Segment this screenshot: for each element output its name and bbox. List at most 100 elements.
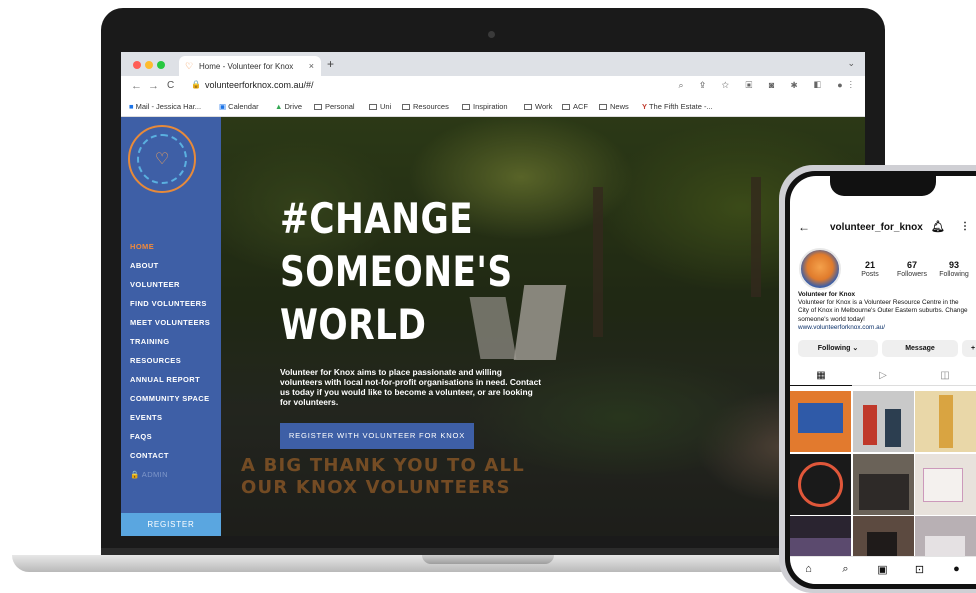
bookmark-resources[interactable]: Resources [402,102,449,111]
minimize-window-dot[interactable] [145,61,153,69]
search-icon[interactable]: ⌕ [827,563,864,576]
nav-contact[interactable]: CONTACT [130,446,210,465]
message-button[interactable]: Message [882,340,958,357]
toolbar-extension-icons[interactable]: ⌕ ⇪ ☆ ▣ ◙ ✱ ◧ ●⋮ [679,80,860,91]
bell-icon[interactable]: 🔔︎ [931,220,945,233]
reels-tab-icon[interactable]: ▷ [852,370,914,381]
folder-icon [462,104,470,110]
nav-find-volunteers[interactable]: FIND VOLUNTEERS [130,294,210,313]
profile-username: volunteer_for_knox [830,222,923,233]
post-thumbnail[interactable] [852,391,914,452]
laptop-notch [422,555,554,564]
profile-tabs: ▦ ▷ ◫ [790,368,976,386]
phone-screen: ← volunteer_for_knox 🔔︎ ⋮ 21 Posts 67 Fo… [790,176,976,584]
nav-volunteer[interactable]: VOLUNTEER [130,275,210,294]
address-bar[interactable]: 🔒 volunteerforknox.com.au/#/ [191,80,731,94]
nav-events[interactable]: EVENTS [130,408,210,427]
bookmark-mail[interactable]: ■ Mail - Jessica Har... [129,102,201,111]
calendar-icon: ▣ [219,102,229,111]
bio-link[interactable]: www.volunteerforknox.com.au/ [798,324,970,332]
phone-notch [830,176,936,196]
close-window-dot[interactable] [133,61,141,69]
nav-faqs[interactable]: FAQS [130,427,210,446]
tab-title: Home - Volunteer for Knox [199,62,294,71]
more-options-icon[interactable]: ⋮ [960,221,970,232]
bookmark-work[interactable]: Work [524,102,552,111]
thank-you-banner: A BIG THANK YOU TO ALL OUR KNOX VOLUNTEE… [241,455,525,498]
reels-icon[interactable]: ▣ [864,563,901,576]
posts-count[interactable]: 21 Posts [848,260,892,278]
hero-title: #CHANGE SOMEONE'S WORLD [280,194,513,349]
following-button[interactable]: Following ⌄ [798,340,878,357]
laptop-screen: ♡ Home - Volunteer for Knox × + ⌄ ← → C … [121,52,865,536]
nav-resources[interactable]: RESOURCES [130,351,210,370]
post-thumbnail[interactable] [852,453,914,515]
drive-icon: ▲ [275,102,285,111]
tab-search-chevron-icon[interactable]: ⌄ [847,58,855,69]
folder-icon [369,104,377,110]
register-with-volunteer-button[interactable]: REGISTER WITH VOLUNTEER FOR KNOX [280,423,474,449]
tagged-tab-icon[interactable]: ◫ [914,370,976,381]
forward-arrow-icon[interactable]: → [148,80,159,92]
volunteer-for-knox-logo[interactable]: ♡ [128,125,196,193]
browser-tab-bar: ♡ Home - Volunteer for Knox × + ⌄ [121,52,865,76]
website: ♡ HOME ABOUT VOLUNTEER FIND VOLUNTEERS M… [121,117,865,536]
browser-toolbar: ← → C 🔒 volunteerforknox.com.au/#/ ⌕ ⇪ ☆… [121,76,865,97]
new-tab-button[interactable]: + [327,57,334,71]
folder-icon [599,104,607,110]
browser-tab-home[interactable]: ♡ Home - Volunteer for Knox × [179,56,321,76]
post-thumbnail[interactable] [915,391,976,452]
post-thumbnail[interactable] [790,391,851,452]
following-count[interactable]: 93 Following [932,260,976,278]
profile-bio: Volunteer for Knox Volunteer for Knox is… [798,291,970,332]
add-person-button[interactable]: + [962,340,976,357]
site-sidebar: ♡ HOME ABOUT VOLUNTEER FIND VOLUNTEERS M… [121,117,221,536]
folder-icon [402,104,410,110]
profile-avatar-icon[interactable]: ● [938,563,975,575]
reload-icon[interactable]: C [167,80,174,91]
folder-icon [314,104,322,110]
sidebar-register-button[interactable]: REGISTER [121,513,221,536]
nav-training[interactable]: TRAINING [130,332,210,351]
mail-icon: ■ [129,102,136,111]
nav-annual-report[interactable]: ANNUAL REPORT [130,370,210,389]
followers-count[interactable]: 67 Followers [890,260,934,278]
bookmark-news[interactable]: News [599,102,629,111]
fifth-estate-icon: Y [642,102,649,111]
bio-name: Volunteer for Knox [798,291,856,298]
nav-community-space[interactable]: COMMUNITY SPACE [130,389,210,408]
mockup-stage: ♡ Home - Volunteer for Knox × + ⌄ ← → C … [0,0,976,593]
folder-icon [524,104,532,110]
shop-icon[interactable]: ⊡ [901,563,938,576]
site-nav: HOME ABOUT VOLUNTEER FIND VOLUNTEERS MEE… [130,237,210,484]
nav-about[interactable]: ABOUT [130,256,210,275]
nav-meet-volunteers[interactable]: MEET VOLUNTEERS [130,313,210,332]
bookmark-inspiration[interactable]: Inspiration [462,102,508,111]
bookmark-acf[interactable]: ACF [562,102,588,111]
back-arrow-icon[interactable]: ← [798,220,810,234]
bookmark-fifth-estate[interactable]: Y The Fifth Estate -... [642,102,713,111]
nav-admin[interactable]: 🔒 ADMIN [130,465,210,484]
maximize-window-dot[interactable] [157,61,165,69]
url-text: volunteerforknox.com.au/#/ [205,80,314,90]
bookmark-drive[interactable]: ▲ Drive [275,102,302,111]
instagram-bottom-nav: ⌂ ⌕ ▣ ⊡ ● [790,556,976,584]
post-grid [790,391,976,577]
instagram-header: ← volunteer_for_knox 🔔︎ ⋮ [790,220,976,238]
back-arrow-icon[interactable]: ← [131,80,142,92]
heart-logo-icon: ♡ [137,134,187,184]
grid-tab-icon[interactable]: ▦ [790,370,852,386]
hero-description: Volunteer for Knox aims to place passion… [280,367,542,407]
post-thumbnail[interactable] [915,453,976,515]
bio-text: Volunteer for Knox is a Volunteer Resour… [798,299,968,323]
nav-home[interactable]: HOME [130,237,210,256]
post-thumbnail[interactable] [790,453,851,515]
home-icon[interactable]: ⌂ [790,563,827,575]
bookmark-personal[interactable]: Personal [314,102,355,111]
bookmark-calendar[interactable]: ▣ Calendar [219,102,259,111]
lock-icon: 🔒 [191,80,201,89]
profile-avatar[interactable] [799,248,841,290]
hero-section: #CHANGE SOMEONE'S WORLD Volunteer for Kn… [221,117,865,536]
bookmark-uni[interactable]: Uni [369,102,391,111]
close-tab-icon[interactable]: × [309,61,314,71]
